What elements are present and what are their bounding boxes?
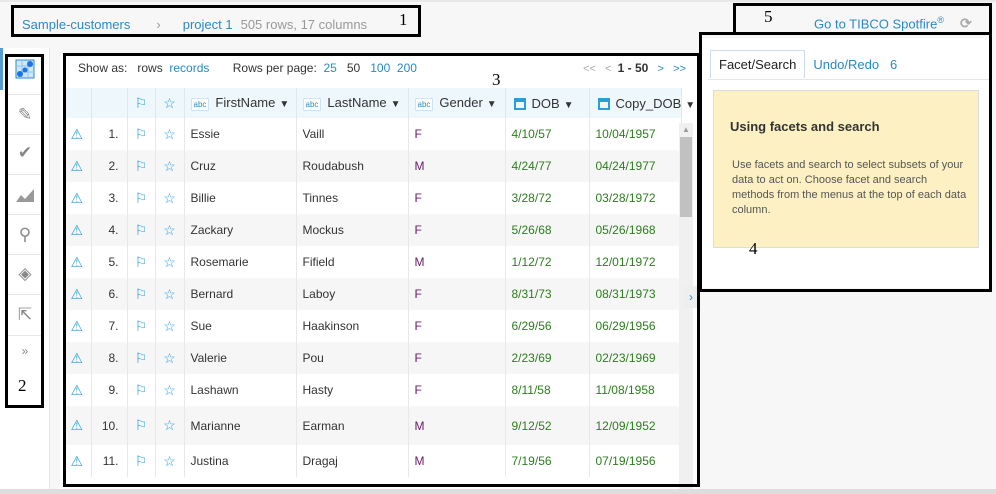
- annotation-label-3: 3: [492, 70, 501, 89]
- annotation-label-2: 2: [18, 376, 27, 395]
- annotation-box-3: [63, 53, 700, 487]
- top-divider: [0, 0, 996, 2]
- annotation-label-4: 4: [749, 239, 758, 258]
- annotation-label-1: 1: [399, 10, 408, 29]
- active-indicator: [0, 48, 3, 90]
- bottom-bar: [0, 489, 996, 494]
- annotation-box-2: [5, 54, 44, 408]
- annotation-box-1: [11, 5, 421, 37]
- annotation-box-4: [699, 32, 992, 292]
- annotation-label-5: 5: [764, 7, 773, 26]
